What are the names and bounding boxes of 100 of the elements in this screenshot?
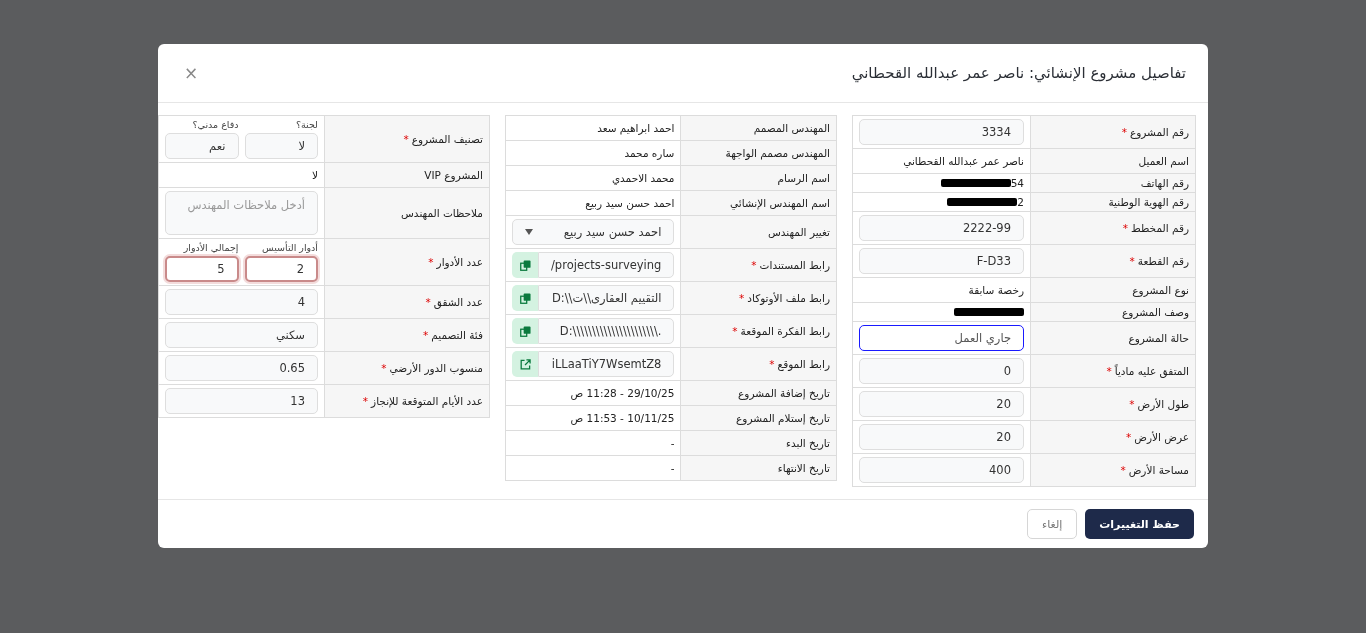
field-label: عرض الأرض [1134, 431, 1189, 443]
field-label: حالة المشروع [1128, 332, 1189, 344]
field-label: تاريخ الانتهاء [777, 462, 830, 474]
copy-icon [519, 259, 531, 271]
field-label: عدد الأدوار [436, 256, 483, 268]
required-mark: * [1120, 464, 1126, 476]
field-value: لا [312, 168, 318, 183]
field-label: نوع المشروع [1132, 284, 1189, 296]
field-caption: دفاع مدني؟ [191, 119, 239, 130]
input-field[interactable]: نعم [165, 133, 239, 159]
input-field[interactable]: 13 [165, 388, 318, 414]
required-mark: * [425, 296, 431, 308]
field-label: المهندس المصمم [753, 122, 830, 134]
input-field[interactable]: 400 [859, 457, 1024, 483]
copy-button[interactable] [512, 252, 538, 278]
copy-button[interactable] [512, 285, 538, 311]
required-mark: * [428, 256, 434, 268]
field-label: اسم المهندس الإنشائي [730, 197, 830, 209]
field-label: فئة التصميم [431, 329, 483, 341]
required-mark: * [1121, 126, 1127, 138]
field-label: رقم المخطط [1131, 222, 1189, 234]
redaction-bar [947, 198, 1018, 206]
field-value: احمد حسن سيد ربيع [585, 196, 675, 212]
field-label: مساحة الأرض [1128, 464, 1189, 476]
field-label: اسم العميل [1138, 155, 1189, 167]
field-label: المتفق عليه مادياً [1114, 365, 1189, 377]
required-mark: * [751, 259, 757, 271]
field-value: 10/11/25 - 11:53 ص [570, 411, 675, 427]
link-field[interactable]: D:\\\\\\\\\\\\\\\\\\\\\\. [538, 318, 675, 344]
input-field[interactable]: 0.65 [165, 355, 318, 381]
field-label: تاريخ البدء [786, 437, 830, 449]
required-mark: * [1129, 398, 1135, 410]
required-mark: * [381, 362, 387, 374]
field-label: ملاحظات المهندس [401, 207, 483, 219]
input-field[interactable]: 20 [859, 424, 1024, 450]
input-field[interactable]: 5 [165, 256, 239, 282]
required-mark: * [739, 292, 745, 304]
redaction-bar [954, 308, 1024, 316]
field-value: ساره محمد [624, 146, 675, 162]
caret-icon [525, 229, 533, 235]
field-label: اسم الرسام [777, 172, 830, 184]
field-value: احمد ابراهيم سعد [597, 121, 675, 137]
field-value: رخصة سابقة [968, 283, 1024, 299]
field-label: تصنيف المشروع [411, 133, 483, 145]
field-label: رقم الهاتف [1140, 177, 1189, 189]
field-label: رابط المستندات [759, 259, 830, 271]
field-label: رابط الفكرة الموقعة [740, 325, 830, 337]
close-button[interactable]: × [180, 63, 203, 83]
link-field[interactable]: iLLaaTiY7WsemtZ8 [538, 351, 675, 377]
field-value: 29/10/25 - 11:28 ص [570, 386, 675, 402]
field-label: رقم المشروع [1129, 126, 1189, 138]
field-label: تغيير المهندس [768, 226, 830, 238]
input-field[interactable]: سكني [165, 322, 318, 348]
field-label: وصف المشروع [1122, 306, 1189, 318]
input-field[interactable]: 20 [859, 391, 1024, 417]
link-field[interactable]: /projects-surveying [538, 252, 675, 278]
engineer-dropdown[interactable]: احمد حسن سيد ربيع [512, 219, 675, 245]
field-value: - [670, 436, 675, 451]
required-mark: * [769, 358, 775, 370]
field-value: - [670, 461, 675, 476]
cancel-button[interactable]: إلغاء [1027, 509, 1078, 539]
field-caption: لجنة؟ [294, 119, 318, 130]
field-value: 2 [1017, 196, 1024, 208]
required-mark: * [1129, 255, 1135, 267]
field-label: رابط ملف الأوتوكاد [747, 292, 830, 304]
input-field[interactable]: 2222-99 [859, 215, 1024, 241]
input-field[interactable]: جاري العمل [859, 325, 1024, 351]
field-value: 54 [1010, 177, 1024, 189]
required-mark: * [732, 325, 738, 337]
field-label: رقم القطعة [1137, 255, 1189, 267]
input-field[interactable]: 2 [244, 256, 318, 282]
input-field[interactable]: F-D33 [859, 248, 1024, 274]
copy-icon [519, 325, 531, 337]
required-mark: * [422, 329, 429, 341]
external-link-icon [519, 358, 531, 370]
required-mark: * [403, 133, 409, 145]
field-label: عدد الشقق [433, 296, 483, 308]
link-field[interactable]: D:\\التقييم العقارى\\ت [538, 285, 675, 311]
dialog-title: تفاصيل مشروع الإنشائي: ناصر عمر عبدالله القحطاني [851, 64, 1186, 82]
input-field[interactable]: لا [244, 133, 318, 159]
field-label: طول الأرض [1137, 398, 1189, 410]
input-field[interactable]: 3334 [859, 119, 1024, 145]
field-label: تاريخ إستلام المشروع [736, 412, 830, 424]
input-field[interactable]: 0 [859, 358, 1024, 384]
required-mark: * [1106, 365, 1112, 377]
input-field[interactable]: 4 [165, 289, 318, 315]
field-label: المشروع VIP [424, 169, 483, 181]
copy-icon [519, 292, 531, 304]
field-caption: أدوار التأسيس [261, 242, 318, 253]
field-label: عدد الأيام المتوقعة للإنجاز [371, 395, 483, 407]
field-label: رابط الموقع [777, 358, 830, 370]
copy-button[interactable] [512, 318, 538, 344]
save-button[interactable]: حفظ التغييرات [1085, 509, 1194, 539]
field-caption: إجمالي الأدوار [182, 242, 239, 253]
field-label: المهندس مصمم الواجهة [725, 147, 830, 159]
field-label: رقم الهوية الوطنية [1108, 196, 1189, 208]
open-link-button[interactable] [512, 351, 538, 377]
required-mark: * [1126, 431, 1132, 443]
required-mark: * [362, 395, 369, 407]
field-label: تاريخ إضافة المشروع [738, 387, 830, 399]
